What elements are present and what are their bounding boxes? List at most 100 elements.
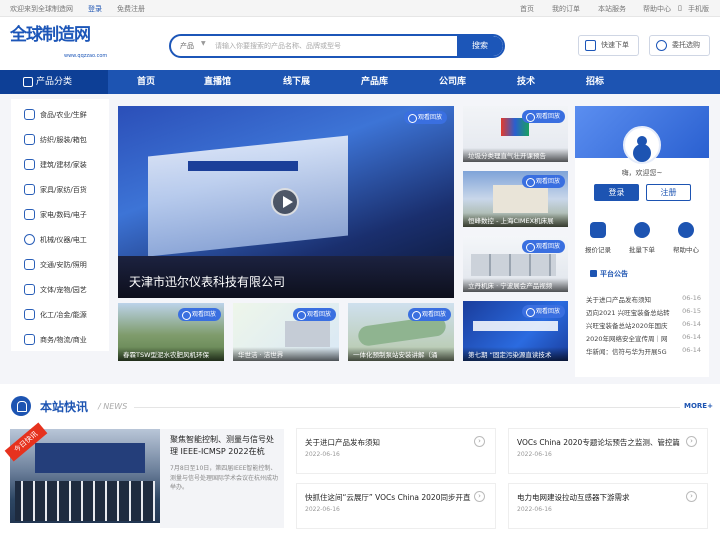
sidebar-item-business[interactable]: 商务/物流/商业 — [11, 328, 109, 353]
news-card-date: 2022-06-16 — [305, 451, 340, 458]
replay-badge[interactable]: 观看回放 — [177, 308, 221, 321]
top-link-home[interactable]: 首页 — [520, 4, 534, 14]
register-button[interactable]: 注册 — [646, 184, 691, 201]
top-link-help[interactable]: 帮助中心 — [643, 4, 671, 14]
play-icon[interactable] — [271, 188, 299, 216]
announcement-item[interactable]: 迈向2021 兴旺宝装备总站转 06-15 — [586, 307, 701, 317]
sidebar-item-textile[interactable]: 纺织/服装/箱包 — [11, 128, 109, 153]
greeting-text: 嗨，欢迎您~ — [621, 169, 663, 177]
question-icon — [678, 222, 694, 238]
announcement-item[interactable]: 华新闻：信符与华为开展5G 06-14 — [586, 346, 701, 356]
video-thumb[interactable]: 观看回放 春霖TSW型泥水农肥风机环保 — [118, 303, 224, 361]
logo-url: www.qqzzao.com — [64, 53, 108, 59]
nav-expo[interactable]: 线下展 — [283, 70, 310, 94]
top-link-mobile[interactable]: 手机版 — [688, 4, 709, 14]
booth-image — [148, 135, 348, 257]
thumb-caption: 第七期 “固定污染源直读技术 — [463, 347, 568, 361]
user-panel: 嗨，欢迎您~ 登录 注册 报价记录 批量下单 帮助中心 平台公告 关于进口产品发… — [575, 106, 709, 377]
sidebar-item-label: 化工/冶金/能源 — [40, 311, 87, 319]
video-thumb[interactable]: 观看回放 华世洁 · 洁世界 — [233, 303, 339, 361]
replay-badge[interactable]: 观看回放 — [521, 110, 565, 123]
nav-bidding[interactable]: 招标 — [586, 70, 604, 94]
quick-order-label: 快速下单 — [601, 41, 629, 49]
search-category[interactable]: 产品 — [180, 41, 194, 51]
site-logo[interactable]: 全球制造网 — [10, 20, 91, 45]
search-input[interactable]: 请输入你要搜索的产品名称、品牌或型号 — [215, 41, 341, 51]
sidebar-item-label: 建筑/建材/家装 — [40, 161, 87, 169]
top-bar: 欢迎来到全球制造网 登录 免费注册 首页 我的订单 本站服务 帮助中心 ▯ 手机… — [0, 0, 720, 17]
chevron-right-icon[interactable]: › — [474, 491, 485, 502]
thumb-caption: 垃圾分类理直气壮开课预告 — [463, 148, 568, 162]
nav-tech[interactable]: 技术 — [517, 70, 535, 94]
news-card-date: 2022-06-16 — [517, 451, 552, 458]
search-button[interactable]: 搜索 — [457, 36, 503, 56]
featured-title[interactable]: 聚焦智能控制、测量与信号处理 IEEE-ICMSP 2022在杭 — [170, 434, 278, 458]
document-icon — [590, 222, 606, 238]
batch-order-link[interactable]: 批量下单 — [622, 222, 662, 254]
announcement-item[interactable]: 兴旺宝装备总站2020年国庆 06-14 — [586, 320, 701, 330]
sidebar-item-machinery[interactable]: 机械/仪器/电工 — [11, 228, 109, 253]
sidebar-item-label: 商务/物流/商业 — [40, 336, 87, 344]
nav-home[interactable]: 首页 — [137, 70, 155, 94]
news-card[interactable]: 关于进口产品发布须知 2022-06-16 › — [296, 428, 496, 474]
video-thumb[interactable]: 观看回放 第七期 “固定污染源直读技术 — [463, 301, 568, 361]
sidebar-item-sports[interactable]: 文体/宠物/园艺 — [11, 278, 109, 303]
chevron-right-icon[interactable]: › — [686, 491, 697, 502]
sidebar-item-chemical[interactable]: 化工/冶金/能源 — [11, 303, 109, 328]
announcement-date: 06-15 — [682, 307, 701, 315]
sidebar-item-furniture[interactable]: 家具/家纺/百货 — [11, 178, 109, 203]
more-link[interactable]: MORE+ — [684, 402, 713, 410]
book-icon — [24, 284, 35, 295]
help-center-link[interactable]: 帮助中心 — [666, 222, 706, 254]
nav-companies[interactable]: 公司库 — [439, 70, 466, 94]
register-link[interactable]: 免费注册 — [117, 4, 145, 14]
quote-records-link[interactable]: 报价记录 — [578, 222, 618, 254]
hero-video[interactable]: 观看回放 天津市迅尔仪表科技有限公司 — [118, 106, 454, 298]
chevron-right-icon[interactable]: › — [686, 436, 697, 447]
nav-products[interactable]: 产品库 — [361, 70, 388, 94]
news-card[interactable]: 快抓住这间“云展厅” VOCs China 2020同步开直 2022-06-16… — [296, 483, 496, 529]
replay-badge[interactable]: 观看回放 — [404, 111, 448, 124]
stage-image — [35, 443, 145, 473]
login-button[interactable]: 登录 — [594, 184, 639, 201]
news-card[interactable]: VOCs China 2020专题论坛预告之监测、管控篇 2022-06-16 › — [508, 428, 708, 474]
top-link-orders[interactable]: 我的订单 — [552, 4, 580, 14]
category-menu[interactable]: 产品分类 — [0, 70, 108, 94]
chevron-right-icon[interactable]: › — [474, 436, 485, 447]
sidebar-item-label: 家具/家纺/百货 — [40, 186, 87, 194]
top-link-services[interactable]: 本站服务 — [598, 4, 626, 14]
announcement-date: 06-14 — [682, 320, 701, 328]
mobile-icon[interactable]: ▯ — [678, 4, 682, 12]
announcement-item[interactable]: 2020年网络安全宣传周｜网 06-14 — [586, 333, 701, 343]
replay-badge[interactable]: 观看回放 — [407, 308, 451, 321]
replay-badge[interactable]: 观看回放 — [521, 240, 565, 253]
chevron-down-icon[interactable]: ▼ — [201, 40, 206, 47]
delegate-buy-button[interactable]: 委托选购 — [649, 35, 710, 56]
sidebar-item-electronics[interactable]: 家电/数码/电子 — [11, 203, 109, 228]
welcome-text: 欢迎来到全球制造网 — [10, 5, 73, 13]
video-thumb[interactable]: 观看回放 立丹机床 · 宁波展会产品视频 — [463, 236, 568, 292]
nav-live[interactable]: 直播馆 — [204, 70, 231, 94]
news-card[interactable]: 电力电网建设拉动互感器下游需求 2022-06-16 › — [508, 483, 708, 529]
featured-desc: 7月8日至10日，第四届IEEE智能控制、测量与信号处理国际学术会议在杭州成功举… — [170, 465, 279, 491]
announcement-date: 06-14 — [682, 333, 701, 341]
category-sidebar: 食品/农业/生鲜 纺织/服装/箱包 建筑/建材/家装 家具/家纺/百货 家电/数… — [11, 99, 109, 351]
video-thumb[interactable]: 观看回放 恒峰数控 - 上海CIMEX机床展 — [463, 171, 568, 227]
sidebar-item-building[interactable]: 建筑/建材/家装 — [11, 153, 109, 178]
action-label: 报价记录 — [585, 246, 611, 254]
video-thumb[interactable]: 观看回放 一体化预制泵站安装讲解（涌 — [348, 303, 454, 361]
replay-badge[interactable]: 观看回放 — [521, 305, 565, 318]
replay-badge[interactable]: 观看回放 — [521, 175, 565, 188]
sidebar-item-label: 食品/农业/生鲜 — [40, 111, 87, 119]
sidebar-item-label: 机械/仪器/电工 — [40, 236, 87, 244]
sidebar-item-transport[interactable]: 交通/安防/照明 — [11, 253, 109, 278]
gear-icon — [24, 234, 35, 245]
announcement-item[interactable]: 关于进口产品发布须知 06-16 — [586, 294, 701, 304]
replay-badge[interactable]: 观看回放 — [292, 308, 336, 321]
action-label: 批量下单 — [629, 246, 655, 254]
people-image — [15, 481, 155, 521]
video-thumb[interactable]: 观看回放 垃圾分类理直气壮开课预告 — [463, 106, 568, 162]
sidebar-item-food[interactable]: 食品/农业/生鲜 — [11, 103, 109, 128]
login-link[interactable]: 登录 — [88, 4, 102, 14]
quick-order-button[interactable]: 快速下单 — [578, 35, 639, 56]
